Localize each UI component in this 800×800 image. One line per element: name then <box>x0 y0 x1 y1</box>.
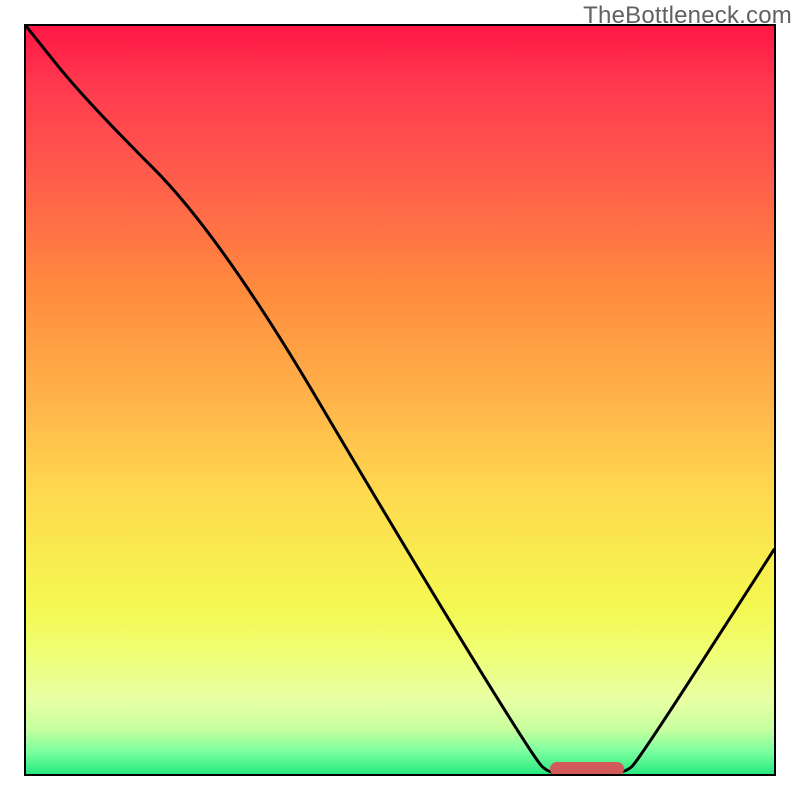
watermark-text: TheBottleneck.com <box>583 2 792 30</box>
plot-area <box>24 24 776 776</box>
chart-stage: TheBottleneck.com <box>0 0 800 800</box>
target-marker <box>550 762 625 776</box>
bottleneck-curve <box>26 26 774 774</box>
